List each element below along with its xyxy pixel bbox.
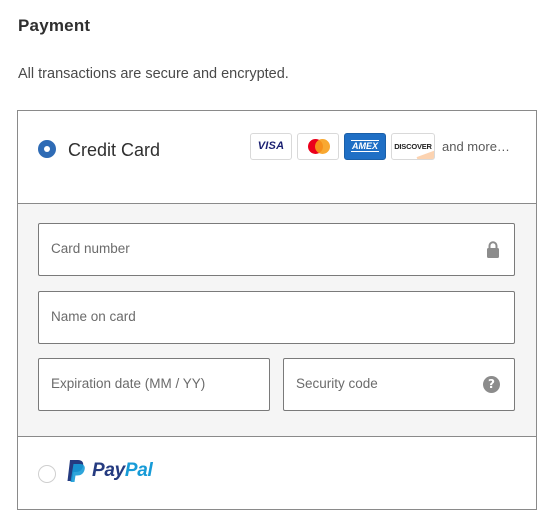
paypal-p-icon — [67, 460, 85, 482]
card-brands: VISA AMEX DISCOVER and more… — [250, 132, 510, 160]
credit-card-form: Card number Name on card Expiration date… — [18, 203, 536, 437]
card-number-placeholder: Card number — [51, 241, 130, 256]
amex-icon: AMEX — [344, 132, 386, 160]
expiration-date-placeholder: Expiration date (MM / YY) — [51, 376, 206, 391]
discover-icon: DISCOVER — [391, 132, 435, 160]
name-on-card-placeholder: Name on card — [51, 309, 136, 324]
name-on-card-field[interactable]: Name on card — [38, 291, 515, 344]
credit-card-radio[interactable] — [38, 140, 56, 158]
paypal-wordmark: PayPal — [92, 460, 153, 481]
paypal-option[interactable]: PayPal — [18, 437, 536, 509]
payment-methods-box: Credit Card VISA AMEX DISCOVER and more…… — [17, 110, 537, 510]
visa-icon: VISA — [250, 132, 292, 160]
payment-heading: Payment — [18, 16, 91, 35]
security-code-placeholder: Security code — [296, 376, 378, 391]
security-code-field[interactable]: Security code ? — [283, 358, 515, 411]
card-number-field[interactable]: Card number — [38, 223, 515, 276]
more-cards-label: and more… — [442, 138, 510, 154]
paypal-logo: PayPal — [66, 459, 153, 483]
mastercard-icon — [297, 132, 339, 160]
payment-subtitle: All transactions are secure and encrypte… — [18, 66, 289, 82]
paypal-radio[interactable] — [38, 465, 56, 483]
help-icon[interactable]: ? — [483, 376, 500, 393]
lock-icon — [487, 241, 499, 258]
credit-card-label[interactable]: Credit Card — [68, 140, 160, 161]
expiration-date-field[interactable]: Expiration date (MM / YY) — [38, 358, 270, 411]
credit-card-option[interactable]: Credit Card VISA AMEX DISCOVER and more… — [18, 111, 536, 203]
